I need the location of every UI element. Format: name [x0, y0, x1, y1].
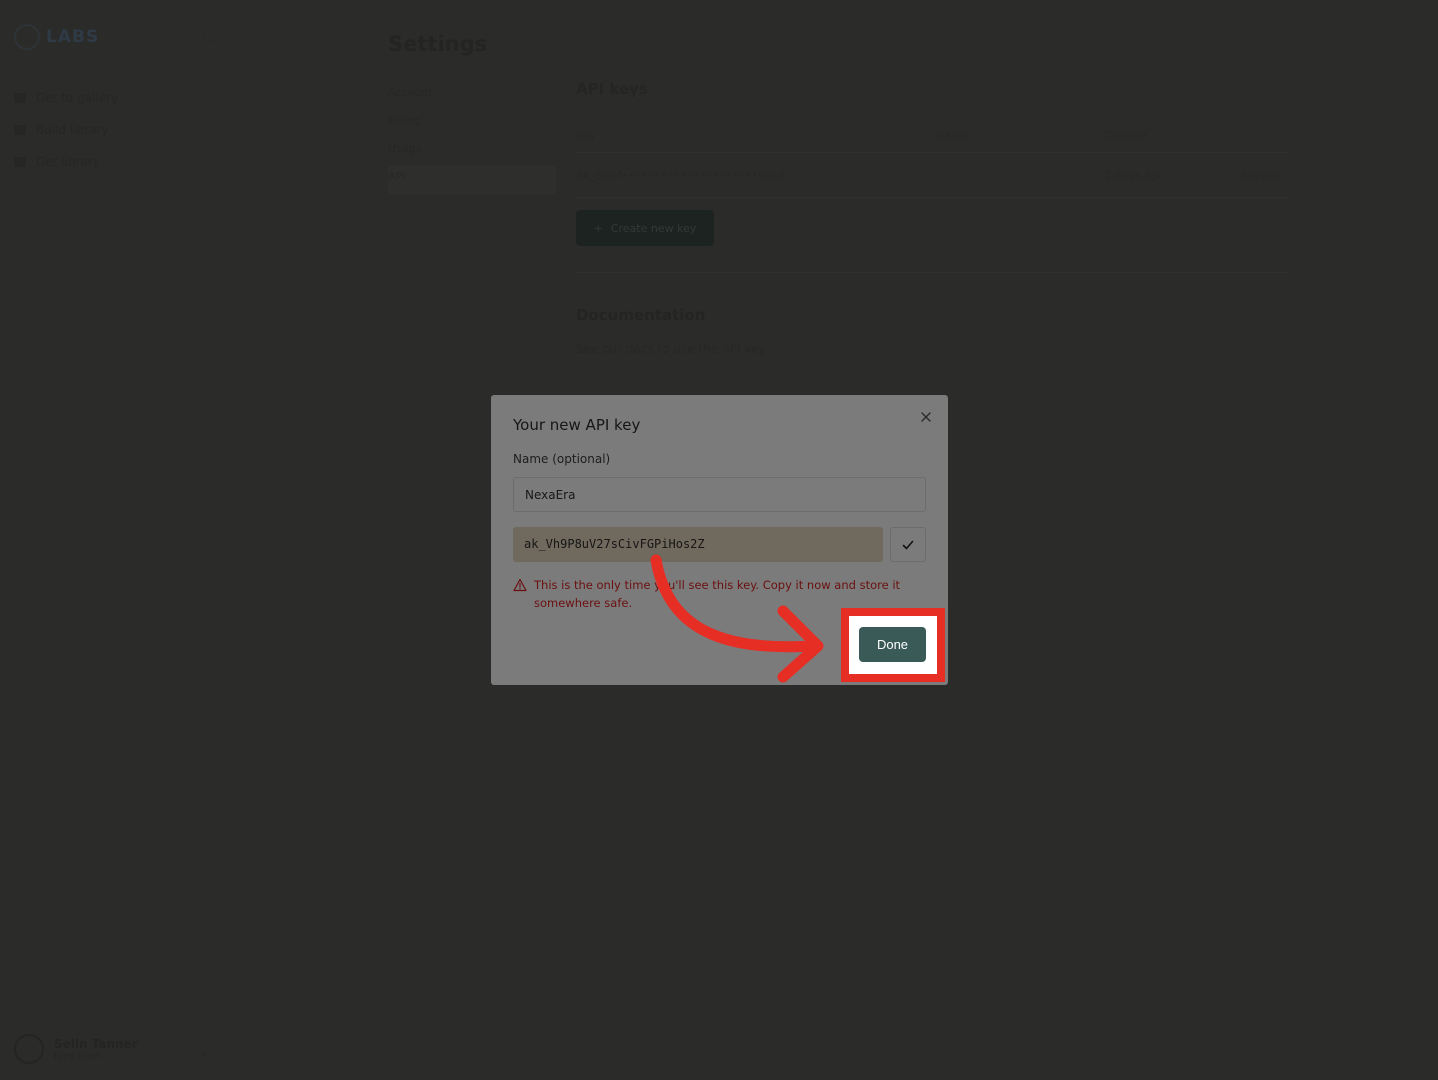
tab-api[interactable]: API — [388, 166, 556, 194]
gallery-icon — [14, 93, 26, 103]
logo: LABS — [14, 22, 120, 52]
check-icon — [902, 540, 914, 549]
profile[interactable]: Selin Tanner Free plan — [14, 1034, 138, 1064]
settings-nav: Account Billing Usage API — [388, 82, 556, 194]
sidebar-item-library[interactable]: Get library — [14, 146, 118, 178]
build-icon — [14, 125, 26, 135]
sidebar-collapse-icon[interactable] — [203, 28, 217, 42]
divider — [576, 272, 1290, 273]
warning-text: This is the only time you'll see this ke… — [534, 578, 901, 610]
create-key-label: Create new key — [610, 221, 697, 235]
avatar — [14, 1034, 44, 1064]
table-header: Key Name Created — [576, 118, 1290, 153]
tab-billing[interactable]: Billing — [388, 110, 556, 138]
documentation-text: See our docs to use the API key — [576, 342, 766, 356]
name-input[interactable] — [513, 477, 926, 512]
sidebar-item-label: Get to gallery — [36, 91, 119, 105]
api-keys-table: Key Name Created ak_Bl9M••••••••••••••••… — [576, 118, 1290, 198]
warning-icon — [513, 578, 527, 592]
column-header: Key — [576, 128, 596, 142]
documentation-heading: Documentation — [576, 306, 706, 324]
logo-text: LABS — [46, 27, 100, 47]
sidebar-item-label: Get library — [36, 155, 100, 169]
logo-mark-icon — [14, 24, 40, 50]
library-icon — [14, 157, 26, 167]
copy-button[interactable] — [890, 527, 926, 562]
profile-name: Selin Tanner — [54, 1036, 138, 1051]
revoke-button[interactable]: Revoke — [1240, 169, 1290, 182]
column-header: Name — [936, 128, 969, 142]
key-cell: ak_Bl9M•••••••••••••••••••••bxkd — [576, 168, 785, 182]
sidebar-item-build[interactable]: Build library — [14, 114, 118, 146]
api-keys-heading: API keys — [576, 80, 648, 98]
profile-subtitle: Free plan — [54, 1050, 100, 1062]
name-label: Name (optional) — [513, 452, 611, 466]
table-row: ak_Bl9M•••••••••••••••••••••bxkd 2 days … — [576, 153, 1290, 198]
create-key-button[interactable]: + Create new key — [576, 210, 714, 246]
chevron-icon[interactable]: › — [202, 1046, 207, 1060]
close-icon[interactable] — [918, 409, 934, 425]
dialog-title: Your new API key — [513, 416, 641, 434]
done-button[interactable]: Done — [859, 627, 926, 662]
sidebar-item-label: Build library — [36, 123, 109, 137]
column-header: Created — [1104, 128, 1148, 142]
page-title: Settings — [388, 32, 488, 56]
plus-icon: + — [593, 221, 603, 235]
sidebar-item-gallery[interactable]: Get to gallery — [14, 82, 118, 114]
tab-usage[interactable]: Usage — [388, 138, 556, 166]
sidebar-nav: Get to gallery Build library Get library — [14, 82, 118, 178]
tab-account[interactable]: Account — [388, 82, 556, 110]
api-key-field[interactable]: ak_Vh9P8uV27sCivFGPiHos2Z — [513, 527, 883, 562]
created-cell: 2 days ago — [1104, 168, 1165, 182]
